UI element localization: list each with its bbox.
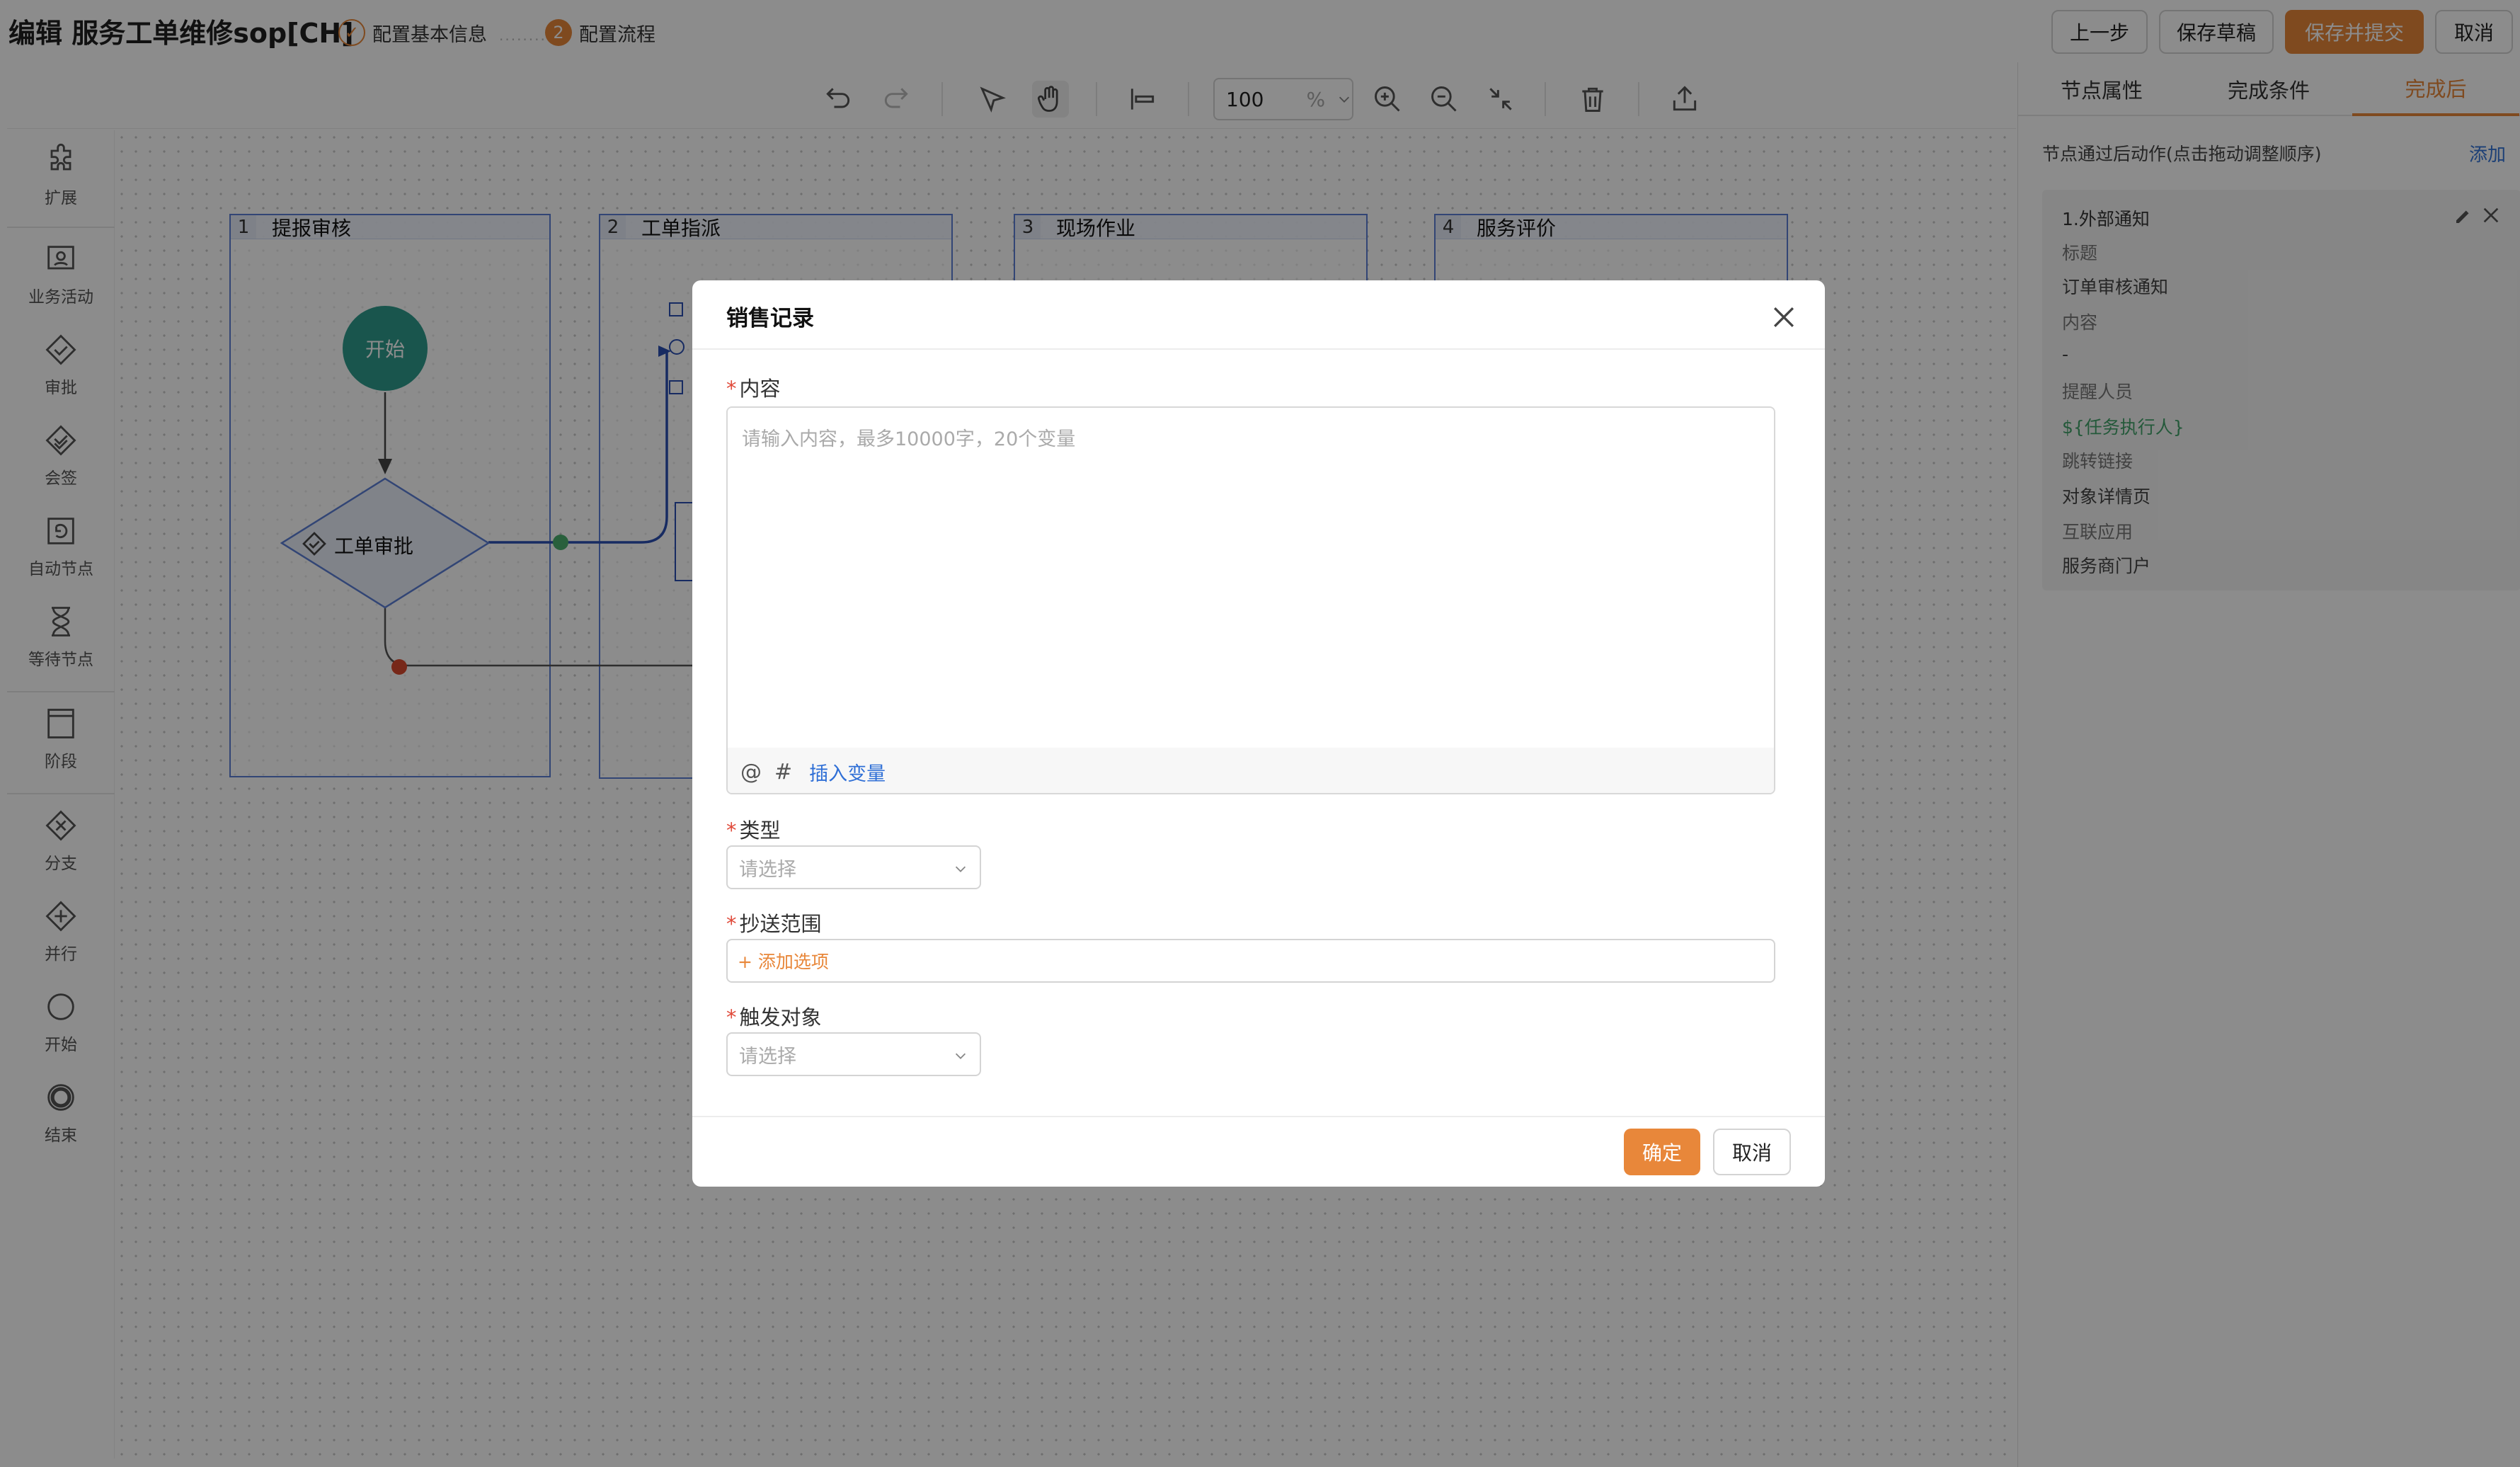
required-mark: * xyxy=(726,377,737,401)
trigger-select[interactable]: 请选择 xyxy=(726,1032,981,1076)
type-placeholder: 请选择 xyxy=(739,858,796,881)
insert-variable-link[interactable]: 插入变量 xyxy=(809,758,886,786)
required-mark: * xyxy=(726,818,737,843)
trigger-field-label: * 触发对象 xyxy=(726,1005,822,1029)
required-mark: * xyxy=(726,912,737,936)
cc-field-label: * 抄送范围 xyxy=(726,912,822,936)
close-icon[interactable] xyxy=(1768,302,1799,333)
trigger-placeholder: 请选择 xyxy=(739,1045,796,1068)
chevron-down-icon xyxy=(955,866,966,872)
required-mark: * xyxy=(726,1005,737,1029)
confirm-button[interactable]: 确定 xyxy=(1624,1129,1700,1175)
content-textarea[interactable] xyxy=(728,408,1774,748)
cc-scope-input[interactable]: + 添加选项 xyxy=(726,939,1775,983)
content-editor: @ # 插入变量 xyxy=(726,406,1775,794)
type-select[interactable]: 请选择 xyxy=(726,845,981,889)
dialog-footer-divider xyxy=(692,1116,1825,1117)
hash-icon[interactable]: # xyxy=(774,760,792,784)
editor-footer: @ # 插入变量 xyxy=(728,748,1774,793)
dialog-cancel-button[interactable]: 取消 xyxy=(1713,1129,1791,1175)
dialog-title: 销售记录 xyxy=(726,306,814,331)
at-mention-icon[interactable]: @ xyxy=(740,760,762,784)
type-field-label: * 类型 xyxy=(726,818,781,843)
add-option-link[interactable]: + 添加选项 xyxy=(738,948,829,974)
content-field-label: * 内容 xyxy=(726,377,781,401)
chevron-down-icon xyxy=(955,1053,966,1059)
sales-record-dialog: 销售记录 *内容 @ # 插入变量 *类型 请选择 *抄送范围 + 添加选项 *… xyxy=(692,280,1825,1187)
dialog-divider xyxy=(692,348,1825,350)
